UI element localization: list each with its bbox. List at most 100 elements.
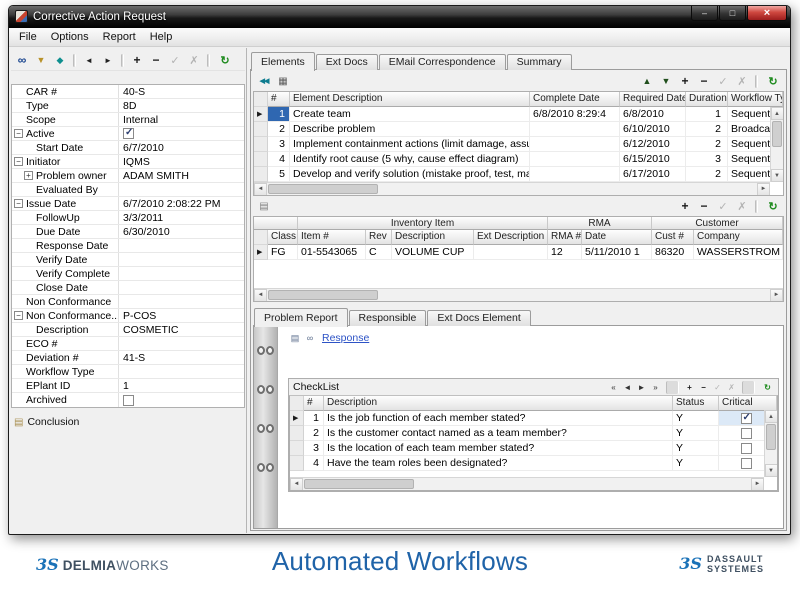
element-row[interactable]: 5 Develop and verify solution (mistake p… xyxy=(254,167,783,182)
header-cell[interactable]: Ext Description xyxy=(474,230,548,245)
property-row[interactable]: EPlant ID 1 xyxy=(12,379,244,393)
insert-button[interactable]: + xyxy=(676,73,694,90)
refresh-button[interactable]: ↻ xyxy=(764,198,782,215)
tab-email-correspondence[interactable]: EMail Correspondence xyxy=(379,54,506,70)
property-row[interactable]: − Non Conformance... P-COS xyxy=(12,309,244,323)
scroll-down-icon[interactable] xyxy=(765,464,778,477)
header-cell[interactable]: Cust # xyxy=(652,230,694,245)
next-button[interactable]: ► xyxy=(635,381,648,394)
header-cell[interactable]: Workflow Type xyxy=(728,92,783,107)
header-cell[interactable]: Class xyxy=(268,230,298,245)
conclusion-section[interactable]: ▤ Conclusion xyxy=(14,416,242,428)
critical-checkbox[interactable] xyxy=(741,413,752,424)
last-button[interactable]: » xyxy=(649,381,662,394)
scroll-up-icon[interactable] xyxy=(771,107,784,120)
insert-button[interactable]: + xyxy=(676,198,694,215)
scroll-right-icon[interactable] xyxy=(757,183,770,196)
property-row[interactable]: Archived xyxy=(12,393,244,407)
refresh-button[interactable]: ↻ xyxy=(761,381,774,394)
header-cell[interactable]: Item # xyxy=(298,230,366,245)
property-row[interactable]: − Issue Date 6/7/2010 2:08:22 PM xyxy=(12,197,244,211)
expand-icon[interactable]: − xyxy=(14,129,23,138)
horizontal-scrollbar[interactable] xyxy=(254,182,770,195)
scroll-right-icon[interactable] xyxy=(751,478,764,491)
maximize-button[interactable]: □ xyxy=(719,6,746,21)
tab-elements[interactable]: Elements xyxy=(251,52,315,71)
move-up-button[interactable]: ▲ xyxy=(638,73,656,90)
find-small-icon[interactable]: ∞ xyxy=(303,331,317,345)
scroll-left-icon[interactable] xyxy=(254,289,267,302)
menu-help[interactable]: Help xyxy=(143,29,180,45)
next-record-button[interactable]: ► xyxy=(99,52,117,69)
property-row[interactable]: Scope Internal xyxy=(12,113,244,127)
property-row[interactable]: Evaluated By xyxy=(12,183,244,197)
editor-icon[interactable]: ▤ xyxy=(288,331,302,345)
property-row[interactable]: Close Date xyxy=(12,281,244,295)
delete-button[interactable]: − xyxy=(697,381,710,394)
close-button[interactable]: × xyxy=(747,6,787,21)
menu-report[interactable]: Report xyxy=(96,29,143,45)
response-link[interactable]: Response xyxy=(322,332,369,344)
delete-button[interactable]: − xyxy=(695,73,713,90)
property-row[interactable]: Type 8D xyxy=(12,99,244,113)
vertical-scrollbar[interactable] xyxy=(770,107,783,182)
tab-ext-docs[interactable]: Ext Docs xyxy=(316,54,378,70)
titlebar[interactable]: Corrective Action Request – □ × xyxy=(9,6,790,28)
post-button[interactable]: ✓ xyxy=(714,198,732,215)
header-cell[interactable]: Required Date xyxy=(620,92,686,107)
property-row[interactable]: ECO # xyxy=(12,337,244,351)
delete-button[interactable]: − xyxy=(695,198,713,215)
minimize-button[interactable]: – xyxy=(691,6,718,21)
post-button[interactable]: ✓ xyxy=(711,381,724,394)
checkbox[interactable] xyxy=(123,395,134,406)
find-button[interactable]: ∞ xyxy=(13,52,31,69)
scroll-left-icon[interactable] xyxy=(290,478,303,491)
property-row[interactable]: Description COSMETIC xyxy=(12,323,244,337)
expand-icon[interactable]: + xyxy=(24,171,33,180)
property-row[interactable]: + Problem owner ADAM SMITH xyxy=(12,169,244,183)
property-row[interactable]: Workflow Type xyxy=(12,365,244,379)
property-row[interactable]: − Active xyxy=(12,127,244,141)
expand-icon[interactable]: − xyxy=(14,199,23,208)
horizontal-scrollbar[interactable] xyxy=(290,477,764,490)
tab-problem-report[interactable]: Problem Report xyxy=(254,308,348,327)
critical-checkbox[interactable] xyxy=(741,458,752,469)
checklist-row[interactable]: 1 Is the job function of each member sta… xyxy=(290,411,777,426)
header-cell[interactable]: # xyxy=(304,396,324,411)
collapse-all-button[interactable]: ◀◀ xyxy=(255,73,273,90)
response-text-area[interactable] xyxy=(288,346,779,378)
property-row[interactable]: − Initiator IQMS xyxy=(12,155,244,169)
menu-file[interactable]: File xyxy=(12,29,44,45)
property-row[interactable]: Verify Complete xyxy=(12,267,244,281)
insert-button[interactable]: + xyxy=(128,52,146,69)
inventory-row[interactable]: FG 01-5543065 C VOLUME CUP 12 5/11/2010 … xyxy=(254,245,783,260)
header-cell[interactable]: Complete Date xyxy=(530,92,620,107)
scroll-down-icon[interactable] xyxy=(771,169,784,182)
header-cell[interactable]: Critical xyxy=(719,396,777,411)
scroll-thumb[interactable] xyxy=(772,121,782,147)
refresh-button[interactable]: ↻ xyxy=(216,52,234,69)
element-row[interactable]: 1 Create team 6/8/2010 8:29:4 6/8/2010 1… xyxy=(254,107,783,122)
post-button[interactable]: ✓ xyxy=(714,73,732,90)
grid-view-button[interactable]: ▦ xyxy=(274,73,292,90)
header-cell[interactable]: Duration xyxy=(686,92,728,107)
scroll-right-icon[interactable] xyxy=(770,289,783,302)
property-row[interactable]: CAR # 40-S xyxy=(12,85,244,99)
header-cell[interactable]: Rev xyxy=(366,230,392,245)
tab-responsible[interactable]: Responsible xyxy=(349,310,427,326)
property-row[interactable]: Start Date 6/7/2010 xyxy=(12,141,244,155)
property-row[interactable]: Response Date xyxy=(12,239,244,253)
cancel-button[interactable]: ✗ xyxy=(185,52,203,69)
property-row[interactable]: Non Conformance xyxy=(12,295,244,309)
scroll-up-icon[interactable] xyxy=(765,410,778,423)
property-row[interactable]: Verify Date xyxy=(12,253,244,267)
horizontal-scrollbar[interactable] xyxy=(254,288,783,301)
critical-checkbox[interactable] xyxy=(741,428,752,439)
post-button[interactable]: ✓ xyxy=(166,52,184,69)
insert-button[interactable]: + xyxy=(683,381,696,394)
expand-icon[interactable]: − xyxy=(14,157,23,166)
header-cell[interactable]: Element Description xyxy=(290,92,530,107)
checklist-row[interactable]: 4 Have the team roles been designated? Y xyxy=(290,456,777,471)
cancel-button[interactable]: ✗ xyxy=(733,73,751,90)
cancel-button[interactable]: ✗ xyxy=(733,198,751,215)
